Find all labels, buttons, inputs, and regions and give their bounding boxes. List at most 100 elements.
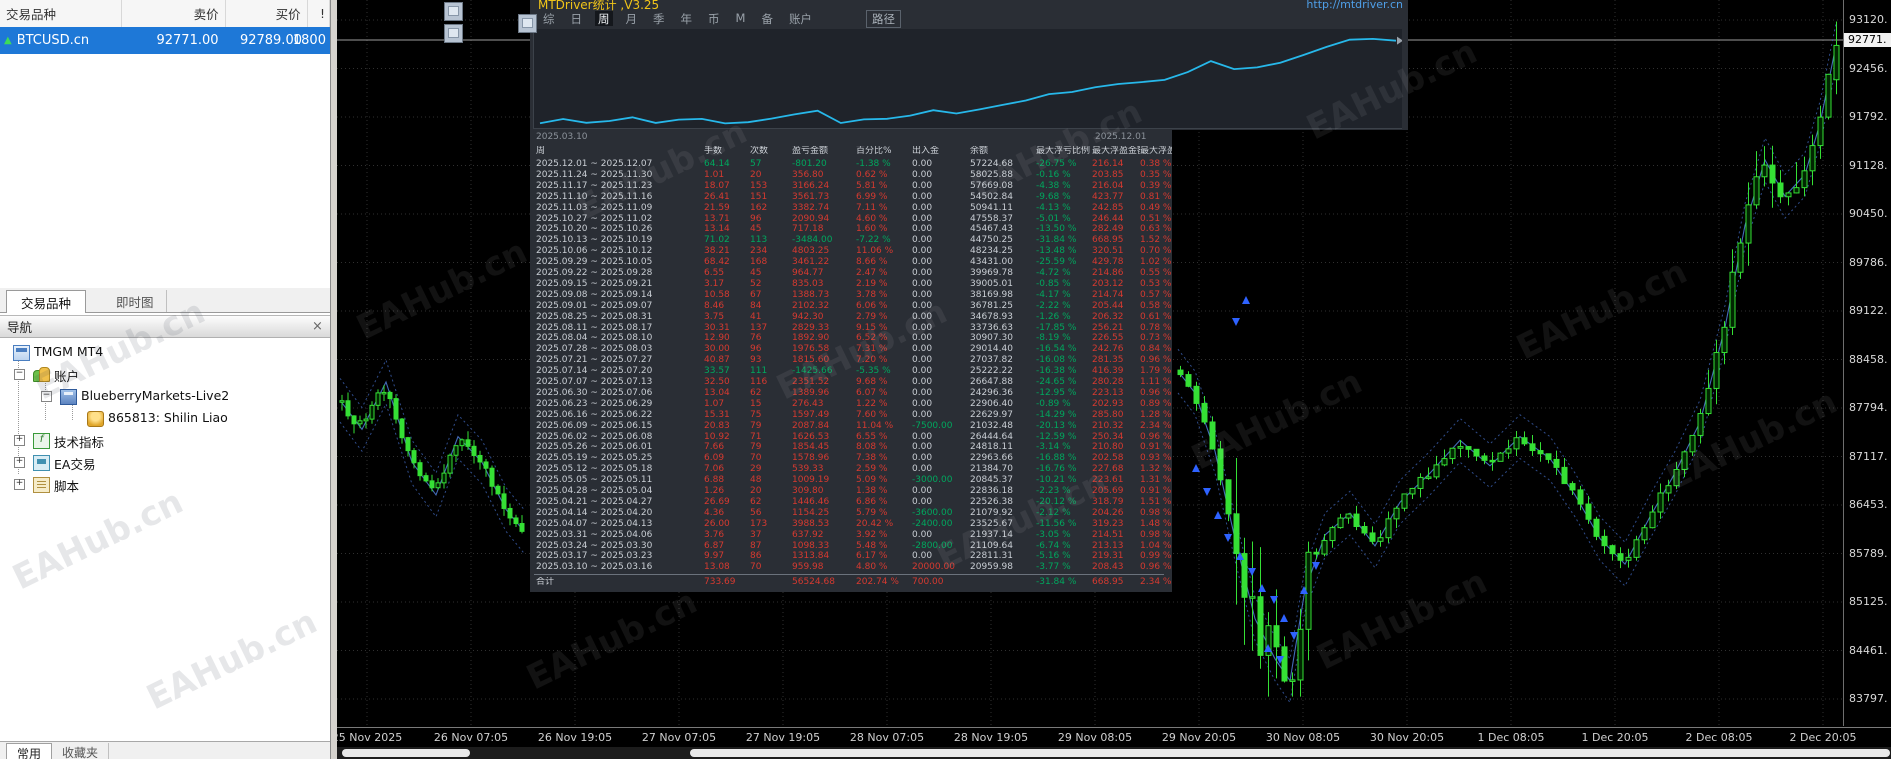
expander-icon[interactable]: + xyxy=(14,457,25,468)
time-axis[interactable]: 25 Nov 2025 26 Nov 07:05 26 Nov 19:05 27 No… xyxy=(332,727,1891,747)
mtdriver-panel-strip: MTDriver统计 ,V3.25 http://mtdriver.cn 综日周… xyxy=(530,0,1408,130)
tree-item-accounts[interactable]: − 账户 xyxy=(0,364,330,384)
expander-icon[interactable]: + xyxy=(14,435,25,446)
stats-cell: 2025.09.22 ~ 2025.09.28 xyxy=(536,268,653,278)
mtdriver-menu-item[interactable]: 周 xyxy=(595,11,613,26)
stats-cell: -4.38 % xyxy=(1036,180,1071,191)
floating-window-button-2[interactable] xyxy=(444,24,463,43)
mtdriver-menu-item[interactable]: 日 xyxy=(568,11,586,26)
mtdriver-menu-item[interactable]: M xyxy=(733,11,749,26)
tree-item-server[interactable]: − BlueberryMarkets-Live2 xyxy=(0,386,330,406)
stats-cell: 320.51 xyxy=(1092,246,1124,257)
stats-table-row: 2025.05.19 ~ 2025.05.25 6.09 70 1578.96 7.38… xyxy=(536,453,1172,464)
stats-table-row: 2025.04.21 ~ 2025.04.27 26.69 62 1446.46 6.8… xyxy=(536,497,1172,508)
stats-cell: 2025.09.01 ~ 2025.09.07 xyxy=(536,300,653,311)
stats-cell: 22963.66 xyxy=(970,453,1013,464)
stats-cell: 96 xyxy=(750,213,762,224)
stats-cell: 0.62 % xyxy=(856,169,888,180)
mtdriver-menu-item[interactable]: 月 xyxy=(623,11,641,26)
stats-cell: 39969.78 xyxy=(970,268,1013,278)
stats-cell: 202.58 xyxy=(1092,453,1124,464)
mtdriver-menu-item[interactable]: 年 xyxy=(678,11,696,26)
stats-cell: -5.16 % xyxy=(1036,551,1071,562)
stats-cell: 1098.33 xyxy=(792,540,830,551)
tree-item-user[interactable]: 865813: Shilin Liao xyxy=(0,408,330,428)
price-axis-label: 86453. xyxy=(1849,498,1888,511)
tree-item-script[interactable]: + 脚本 xyxy=(0,474,330,494)
price-axis[interactable]: 93120. 92456. 91792. 91128. 90450. 89786. 8912… xyxy=(1844,0,1891,726)
tree-item-indicator[interactable]: + f 技术指标 xyxy=(0,430,330,450)
tree-item-ea[interactable]: + EA交易 xyxy=(0,452,330,472)
table-separator xyxy=(534,574,1164,576)
stats-cell: 2087.84 xyxy=(792,420,830,431)
tab-favorites[interactable]: 收藏夹 xyxy=(52,743,110,759)
column-alert[interactable]: ! xyxy=(308,0,330,27)
horizontal-scrollbar[interactable] xyxy=(337,747,1891,759)
stats-cell: 76 xyxy=(750,333,762,344)
mtdriver-menu-item[interactable]: 备 xyxy=(758,11,776,26)
stats-cell: -16.54 % xyxy=(1036,344,1077,355)
stats-cell: 1578.96 xyxy=(792,453,830,464)
tab-symbols[interactable]: 交易品种 xyxy=(6,290,87,313)
stats-cell: 2025.12.01 ~ 2025.12.07 xyxy=(536,159,653,169)
tree-item-terminal[interactable]: TMGM MT4 xyxy=(0,342,330,362)
script-icon xyxy=(33,477,50,493)
stats-cell: 20959.98 xyxy=(970,562,1013,573)
close-icon[interactable]: × xyxy=(312,319,330,334)
time-axis-label: 28 Nov 19:05 xyxy=(953,731,1029,744)
stats-cell: 210.80 xyxy=(1092,442,1124,453)
path-button[interactable]: 路径 xyxy=(866,10,901,28)
stats-cell: 71 xyxy=(750,431,762,442)
stats-cell: 282.49 xyxy=(1092,224,1124,235)
stats-cell: -11.56 % xyxy=(1036,518,1077,529)
panel-splitter[interactable] xyxy=(331,0,337,759)
stats-table-row: 2025.03.17 ~ 2025.03.23 9.97 86 1313.84 6.17… xyxy=(536,551,1172,562)
stats-cell: 1.51 % xyxy=(1140,496,1172,507)
stats-cell: 153 xyxy=(750,180,768,191)
stats-cell: 1.32 % xyxy=(1140,464,1172,475)
column-ask[interactable]: 买价 xyxy=(226,0,308,27)
stats-cell: 6.99 % xyxy=(856,191,888,202)
stats-cell: 6.17 % xyxy=(856,551,888,562)
stats-cell: 20.83 xyxy=(704,420,730,431)
floating-window-button-3[interactable] xyxy=(518,14,537,33)
mtdriver-menu-item[interactable]: 季 xyxy=(650,11,668,26)
stats-cell: 1.79 % xyxy=(1140,366,1172,377)
column-bid[interactable]: 卖价 xyxy=(122,0,226,27)
time-axis-label: 2 Dec 08:05 xyxy=(1685,731,1753,744)
mtdriver-menu-item[interactable]: 币 xyxy=(705,11,723,26)
time-axis-label: 29 Nov 08:05 xyxy=(1057,731,1133,744)
stats-cell: 5.48 % xyxy=(856,540,888,551)
expander-icon[interactable]: + xyxy=(14,479,25,490)
mtdriver-url-link[interactable]: http://mtdriver.cn xyxy=(1306,0,1403,11)
expander-icon[interactable]: − xyxy=(41,391,52,402)
price-axis-label: 87117. xyxy=(1849,449,1888,463)
market-watch-row-btcusd[interactable]: ▲ BTCUSD.cn 92771.00 92789.00 1800 xyxy=(0,27,330,54)
tab-tick-chart[interactable]: 即时图 xyxy=(104,290,167,312)
stats-cell: 242.85 xyxy=(1092,202,1124,213)
stats-cell: 0.00 xyxy=(912,289,933,300)
stats-table-row: 2025.09.15 ~ 2025.09.21 3.17 52 835.03 2.19 … xyxy=(536,279,1172,290)
stats-cell: 3.76 xyxy=(704,529,725,540)
mtdriver-menu-item[interactable]: 综 xyxy=(540,11,558,26)
stats-cell: 67 xyxy=(750,289,762,300)
floating-window-button-1[interactable] xyxy=(444,2,463,21)
stats-cell: 7.60 % xyxy=(856,409,888,420)
stats-cell: 70 xyxy=(750,453,762,464)
tab-common[interactable]: 常用 xyxy=(6,743,53,759)
stats-cell: 0.49 % xyxy=(1140,202,1172,213)
stats-cell: -17.85 % xyxy=(1036,322,1077,333)
stats-cell: 26.41 xyxy=(704,191,730,202)
stats-cell: 2.34 % xyxy=(1140,577,1172,588)
stats-cell: 281.35 xyxy=(1092,355,1124,366)
mtdriver-menu-item[interactable]: 账户 xyxy=(786,11,815,26)
scrollbar-thumb[interactable] xyxy=(690,749,1890,757)
stats-cell: 39005.01 xyxy=(970,278,1013,289)
stats-col-header: 百分比% xyxy=(856,146,892,156)
time-axis-label: 28 Nov 07:05 xyxy=(849,731,925,744)
stats-cell: 4803.25 xyxy=(792,246,830,257)
stats-table-row: 2025.08.25 ~ 2025.08.31 3.75 41 942.30 2.79 … xyxy=(536,312,1172,323)
scrollbar-thumb[interactable] xyxy=(342,749,470,757)
expander-icon[interactable]: − xyxy=(14,369,25,380)
column-symbol[interactable]: 交易品种 xyxy=(0,0,123,27)
